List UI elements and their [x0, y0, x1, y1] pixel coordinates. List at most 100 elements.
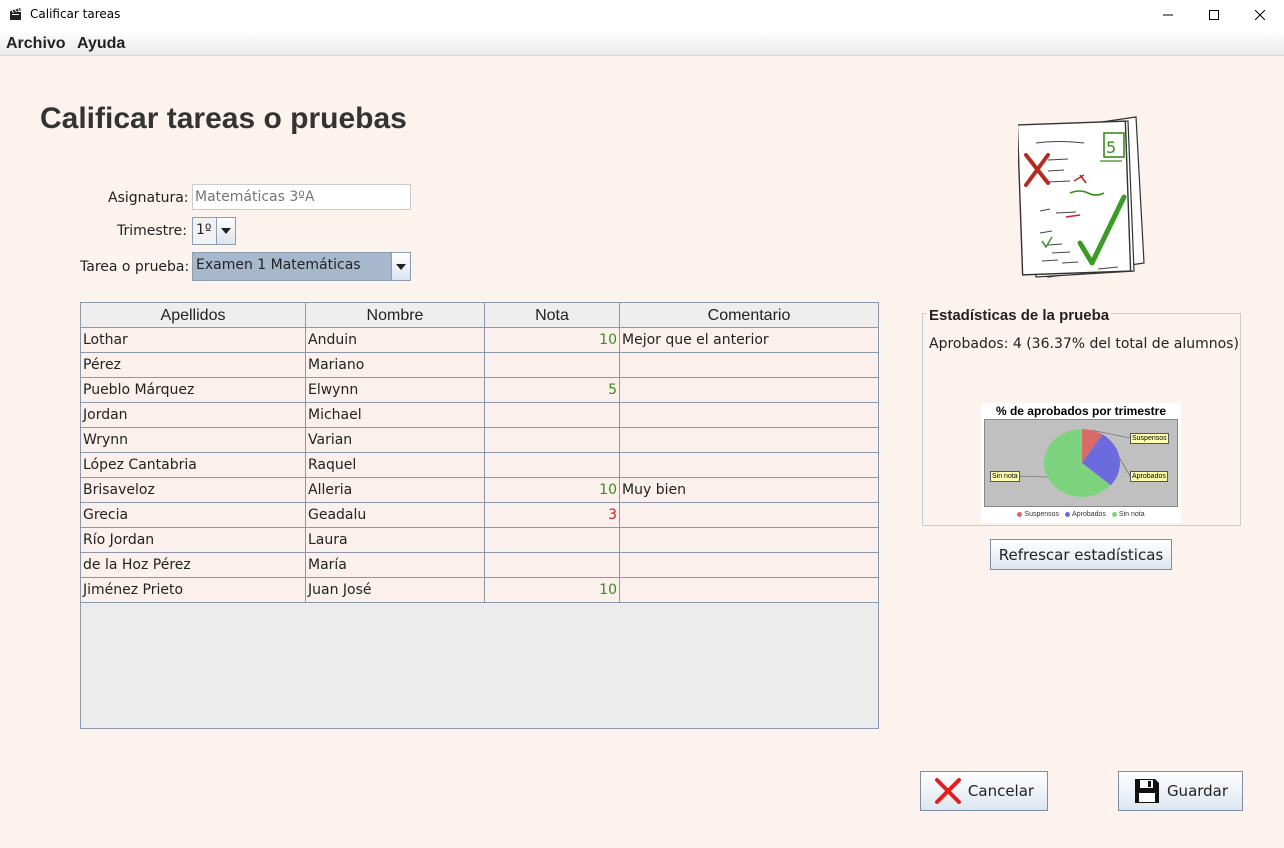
- cell-comentario[interactable]: [620, 578, 878, 602]
- cancel-label: Cancelar: [967, 782, 1035, 800]
- cell-comentario[interactable]: Mejor que el anterior: [620, 328, 878, 352]
- close-button[interactable]: [1237, 0, 1283, 30]
- maximize-button[interactable]: [1191, 0, 1237, 30]
- pie-slice-label: Suspensos: [1130, 433, 1169, 444]
- minimize-icon: [1163, 14, 1173, 16]
- cell-nombre[interactable]: Mariano: [306, 353, 485, 377]
- cell-nota[interactable]: [485, 403, 620, 427]
- table-header: Apellidos Nombre Nota Comentario: [81, 303, 878, 328]
- cell-nota[interactable]: [485, 453, 620, 477]
- menu-bar: Archivo Ayuda: [0, 30, 1284, 56]
- cell-comentario[interactable]: [620, 528, 878, 552]
- refresh-stats-label: Refrescar estadísticas: [998, 545, 1164, 564]
- save-label: Guardar: [1166, 782, 1229, 800]
- cell-comentario[interactable]: [620, 378, 878, 402]
- refresh-stats-button[interactable]: Refrescar estadísticas: [990, 539, 1172, 570]
- cell-nombre[interactable]: Varian: [306, 428, 485, 452]
- legend-item: Suspensos: [1017, 511, 1059, 518]
- cell-apellidos[interactable]: Pueblo Márquez: [81, 378, 306, 402]
- menu-archivo[interactable]: Archivo: [6, 35, 66, 53]
- cell-nombre[interactable]: Alleria: [306, 478, 485, 502]
- cell-nombre[interactable]: María: [306, 553, 485, 577]
- cell-nombre[interactable]: Anduin: [306, 328, 485, 352]
- cell-nombre[interactable]: Juan José: [306, 578, 485, 602]
- table-row[interactable]: de la Hoz Pérez María: [81, 553, 878, 578]
- cell-nombre[interactable]: Michael: [306, 403, 485, 427]
- cell-apellidos[interactable]: Río Jordan: [81, 528, 306, 552]
- cell-comentario[interactable]: [620, 503, 878, 527]
- table-row[interactable]: Pueblo Márquez Elwynn 5: [81, 378, 878, 403]
- cell-comentario[interactable]: [620, 403, 878, 427]
- chart-legend: Suspensos Aprobados Sin nota: [981, 511, 1181, 518]
- cell-nota[interactable]: 10: [485, 478, 620, 502]
- cell-apellidos[interactable]: Pérez: [81, 353, 306, 377]
- table-body: Lothar Anduin 10 Mejor que el anterior Pérez…: [81, 328, 878, 603]
- save-button[interactable]: Guardar: [1118, 771, 1243, 811]
- window-title: Calificar tareas: [30, 7, 121, 21]
- cell-comentario[interactable]: [620, 553, 878, 577]
- term-label: Trimestre:: [117, 223, 187, 239]
- table-row[interactable]: Brisaveloz Alleria 10 Muy bien: [81, 478, 878, 503]
- cell-nombre[interactable]: Raquel: [306, 453, 485, 477]
- menu-ayuda[interactable]: Ayuda: [77, 35, 125, 53]
- chart-plot-area: Suspensos Aprobados Sin nota: [984, 419, 1178, 507]
- cell-nombre[interactable]: Geadalu: [306, 503, 485, 527]
- cell-nota[interactable]: 3: [485, 503, 620, 527]
- stats-title: Estadísticas de la prueba: [927, 307, 1112, 324]
- legend-item: Aprobados: [1065, 511, 1106, 518]
- pie-chart: % de aprobados por trimestre Suspensos Ap…: [981, 403, 1181, 523]
- cell-apellidos[interactable]: de la Hoz Pérez: [81, 553, 306, 577]
- pie-label-connector: [1119, 458, 1131, 477]
- table-row[interactable]: López Cantabria Raquel: [81, 453, 878, 478]
- close-icon: [1255, 10, 1265, 20]
- cell-nota[interactable]: [485, 353, 620, 377]
- term-select[interactable]: 1º: [192, 217, 236, 245]
- table-row[interactable]: Lothar Anduin 10 Mejor que el anterior: [81, 328, 878, 353]
- minimize-button[interactable]: [1145, 0, 1191, 30]
- cell-nota[interactable]: 5: [485, 378, 620, 402]
- column-header-nombre[interactable]: Nombre: [306, 303, 485, 327]
- cell-nombre[interactable]: Laura: [306, 528, 485, 552]
- legend-swatch: [1111, 512, 1117, 517]
- cancel-button[interactable]: Cancelar: [920, 771, 1048, 811]
- grades-table: Apellidos Nombre Nota Comentario Lothar A…: [80, 302, 879, 729]
- clapperboard-icon: [10, 8, 21, 20]
- cell-nota[interactable]: 10: [485, 328, 620, 352]
- table-row[interactable]: Jordan Michael: [81, 403, 878, 428]
- cell-comentario[interactable]: [620, 428, 878, 452]
- task-select-value: Examen 1 Matemáticas: [196, 257, 361, 273]
- cell-comentario[interactable]: [620, 453, 878, 477]
- chart-title: % de aprobados por trimestre: [995, 404, 1167, 418]
- cell-nombre[interactable]: Elwynn: [306, 378, 485, 402]
- table-row[interactable]: Grecia Geadalu 3: [81, 503, 878, 528]
- cell-apellidos[interactable]: Jiménez Prieto: [81, 578, 306, 602]
- cell-apellidos[interactable]: Wrynn: [81, 428, 306, 452]
- cell-comentario[interactable]: Muy bien: [620, 478, 878, 502]
- table-row[interactable]: Río Jordan Laura: [81, 528, 878, 553]
- task-select[interactable]: Examen 1 Matemáticas: [192, 252, 411, 281]
- column-header-apellidos[interactable]: Apellidos: [81, 303, 306, 327]
- task-label: Tarea o prueba:: [80, 259, 190, 275]
- title-bar: Calificar tareas: [0, 0, 1284, 30]
- subject-input[interactable]: [192, 184, 411, 210]
- cell-nota[interactable]: [485, 528, 620, 552]
- legend-label: Aprobados: [1072, 511, 1106, 518]
- term-select-value: 1º: [196, 222, 212, 238]
- chevron-down-icon: [216, 218, 235, 244]
- red-x-icon: [934, 778, 961, 804]
- column-header-comentario[interactable]: Comentario: [620, 303, 878, 327]
- table-row[interactable]: Wrynn Varian: [81, 428, 878, 453]
- cell-comentario[interactable]: [620, 353, 878, 377]
- cell-nota[interactable]: 10: [485, 578, 620, 602]
- cell-apellidos[interactable]: Lothar: [81, 328, 306, 352]
- cell-nota[interactable]: [485, 428, 620, 452]
- cell-nota[interactable]: [485, 553, 620, 577]
- svg-text:5: 5: [1106, 138, 1116, 157]
- cell-apellidos[interactable]: Brisaveloz: [81, 478, 306, 502]
- column-header-nota[interactable]: Nota: [485, 303, 620, 327]
- cell-apellidos[interactable]: Grecia: [81, 503, 306, 527]
- table-row[interactable]: Jiménez Prieto Juan José 10: [81, 578, 878, 603]
- table-row[interactable]: Pérez Mariano: [81, 353, 878, 378]
- cell-apellidos[interactable]: Jordan: [81, 403, 306, 427]
- cell-apellidos[interactable]: López Cantabria: [81, 453, 306, 477]
